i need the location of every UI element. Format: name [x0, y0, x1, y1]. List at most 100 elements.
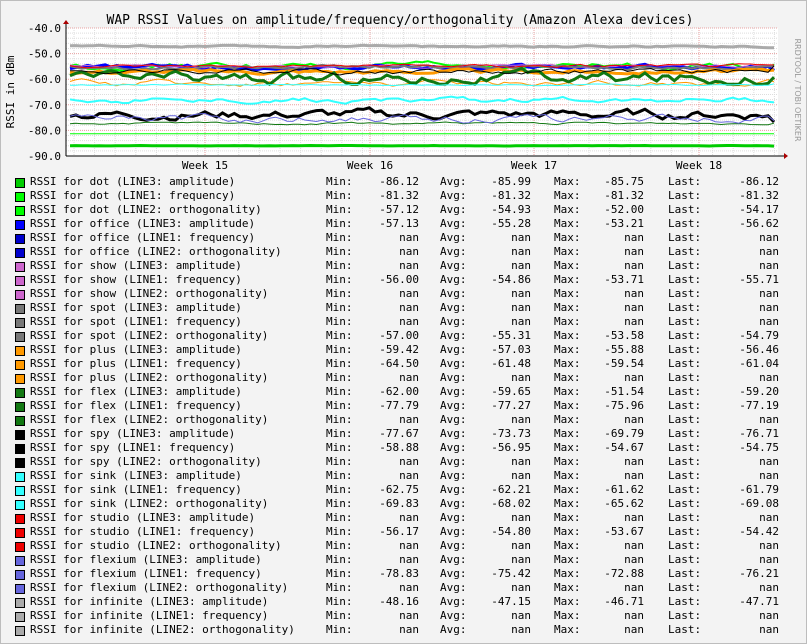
stat-label-last: Last: — [668, 399, 702, 412]
legend-swatch — [15, 542, 25, 552]
stat-label-max: Max: — [554, 609, 581, 622]
stat-value-max: nan — [624, 315, 644, 328]
legend-swatch — [15, 332, 25, 342]
stat-value-last: nan — [759, 469, 779, 482]
stat-value-max: nan — [624, 413, 644, 426]
stat-label-avg: Avg: — [440, 315, 467, 328]
stat-value-max: nan — [624, 259, 644, 272]
stat-label-avg: Avg: — [440, 483, 467, 496]
series-name: RSSI for show (LINE1: frequency) — [30, 273, 242, 286]
stat-value-max: -53.67 — [604, 525, 644, 538]
stat-value-avg: nan — [511, 231, 531, 244]
stat-value-last: nan — [759, 231, 779, 244]
y-axis-arrow — [63, 20, 69, 24]
stat-label-avg: Avg: — [440, 189, 467, 202]
stat-value-avg: -75.42 — [491, 567, 531, 580]
stat-value-last: -61.04 — [739, 357, 779, 370]
stat-label-max: Max: — [554, 329, 581, 342]
stat-value-min: nan — [399, 315, 419, 328]
stat-label-min: Min: — [326, 455, 353, 468]
stat-value-min: -77.67 — [379, 427, 419, 440]
stat-label-last: Last: — [668, 217, 702, 230]
stat-label-max: Max: — [554, 273, 581, 286]
legend-row: RSSI for flexium (LINE3: amplitude) Min: n… — [15, 553, 795, 567]
y-tick-label: -70.0 — [28, 99, 61, 112]
legend-row: RSSI for spy (LINE1: frequency) Min: -58.8… — [15, 441, 795, 455]
stat-value-last: nan — [759, 287, 779, 300]
stat-value-last: nan — [759, 609, 779, 622]
stat-value-max: -69.79 — [604, 427, 644, 440]
stat-label-avg: Avg: — [440, 595, 467, 608]
stat-label-min: Min: — [326, 413, 353, 426]
stat-value-min: nan — [399, 581, 419, 594]
stat-label-last: Last: — [668, 469, 702, 482]
series-name: RSSI for office (LINE1: frequency) — [30, 231, 256, 244]
stat-value-max: nan — [624, 539, 644, 552]
stat-value-min: nan — [399, 245, 419, 258]
legend-row: RSSI for dot (LINE3: amplitude) Min: -86.1… — [15, 175, 795, 189]
stat-value-max: -46.71 — [604, 595, 644, 608]
stat-value-last: -54.79 — [739, 329, 779, 342]
stat-label-avg: Avg: — [440, 343, 467, 356]
legend-swatch — [15, 472, 25, 482]
stat-value-last: -47.71 — [739, 595, 779, 608]
stat-value-avg: -85.99 — [491, 175, 531, 188]
stat-label-min: Min: — [326, 245, 353, 258]
stat-label-min: Min: — [326, 581, 353, 594]
stat-value-min: -86.12 — [379, 175, 419, 188]
stat-value-avg: nan — [511, 259, 531, 272]
legend-row: RSSI for spy (LINE2: orthogonality) Min: n… — [15, 455, 795, 469]
legend-swatch — [15, 444, 25, 454]
rrdtool-watermark: RRDTOOL / TOBI OETIKER — [793, 38, 802, 141]
stat-label-min: Min: — [326, 497, 353, 510]
stat-label-max: Max: — [554, 315, 581, 328]
legend-row: RSSI for office (LINE2: orthogonality) Mi… — [15, 245, 795, 259]
legend-swatch — [15, 234, 25, 244]
stat-value-last: -86.12 — [739, 175, 779, 188]
stat-label-avg: Avg: — [440, 427, 467, 440]
stat-label-last: Last: — [668, 287, 702, 300]
series-name: RSSI for infinite (LINE2: orthogonality) — [30, 623, 295, 636]
y-tick-label: -80.0 — [28, 124, 61, 137]
stat-value-last: nan — [759, 315, 779, 328]
stat-value-avg: -56.95 — [491, 441, 531, 454]
stat-value-last: nan — [759, 511, 779, 524]
stat-value-min: -64.50 — [379, 357, 419, 370]
stat-label-min: Min: — [326, 203, 353, 216]
series-name: RSSI for spot (LINE2: orthogonality) — [30, 329, 269, 342]
series-line — [69, 143, 775, 148]
series-name: RSSI for show (LINE2: orthogonality) — [30, 287, 269, 300]
stat-value-max: nan — [624, 301, 644, 314]
stat-label-last: Last: — [668, 259, 702, 272]
stat-value-avg: nan — [511, 371, 531, 384]
stat-label-min: Min: — [326, 553, 353, 566]
stat-value-last: -76.71 — [739, 427, 779, 440]
stat-label-avg: Avg: — [440, 581, 467, 594]
stat-label-last: Last: — [668, 371, 702, 384]
stat-value-min: nan — [399, 231, 419, 244]
legend-row: RSSI for dot (LINE2: orthogonality) Min: -… — [15, 203, 795, 217]
legend-swatch — [15, 626, 25, 636]
stat-value-avg: -54.80 — [491, 525, 531, 538]
stat-value-avg: nan — [511, 245, 531, 258]
series-name: RSSI for flex (LINE3: amplitude) — [30, 385, 242, 398]
stat-value-min: nan — [399, 623, 419, 636]
stat-label-last: Last: — [668, 189, 702, 202]
legend-swatch — [15, 276, 25, 286]
stat-label-last: Last: — [668, 511, 702, 524]
stat-label-max: Max: — [554, 595, 581, 608]
stat-value-min: nan — [399, 301, 419, 314]
series-line — [69, 43, 774, 50]
stat-value-max: -54.67 — [604, 441, 644, 454]
series-name: RSSI for sink (LINE3: amplitude) — [30, 469, 242, 482]
stat-value-min: nan — [399, 539, 419, 552]
legend-row: RSSI for infinite (LINE2: orthogonality)… — [15, 623, 795, 637]
stat-label-last: Last: — [668, 231, 702, 244]
stat-label-max: Max: — [554, 231, 581, 244]
stat-value-min: -48.16 — [379, 595, 419, 608]
legend-row: RSSI for office (LINE3: amplitude) Min: -5… — [15, 217, 795, 231]
stat-value-max: -81.32 — [604, 189, 644, 202]
stat-value-avg: nan — [511, 455, 531, 468]
stat-value-last: nan — [759, 413, 779, 426]
stat-label-max: Max: — [554, 567, 581, 580]
